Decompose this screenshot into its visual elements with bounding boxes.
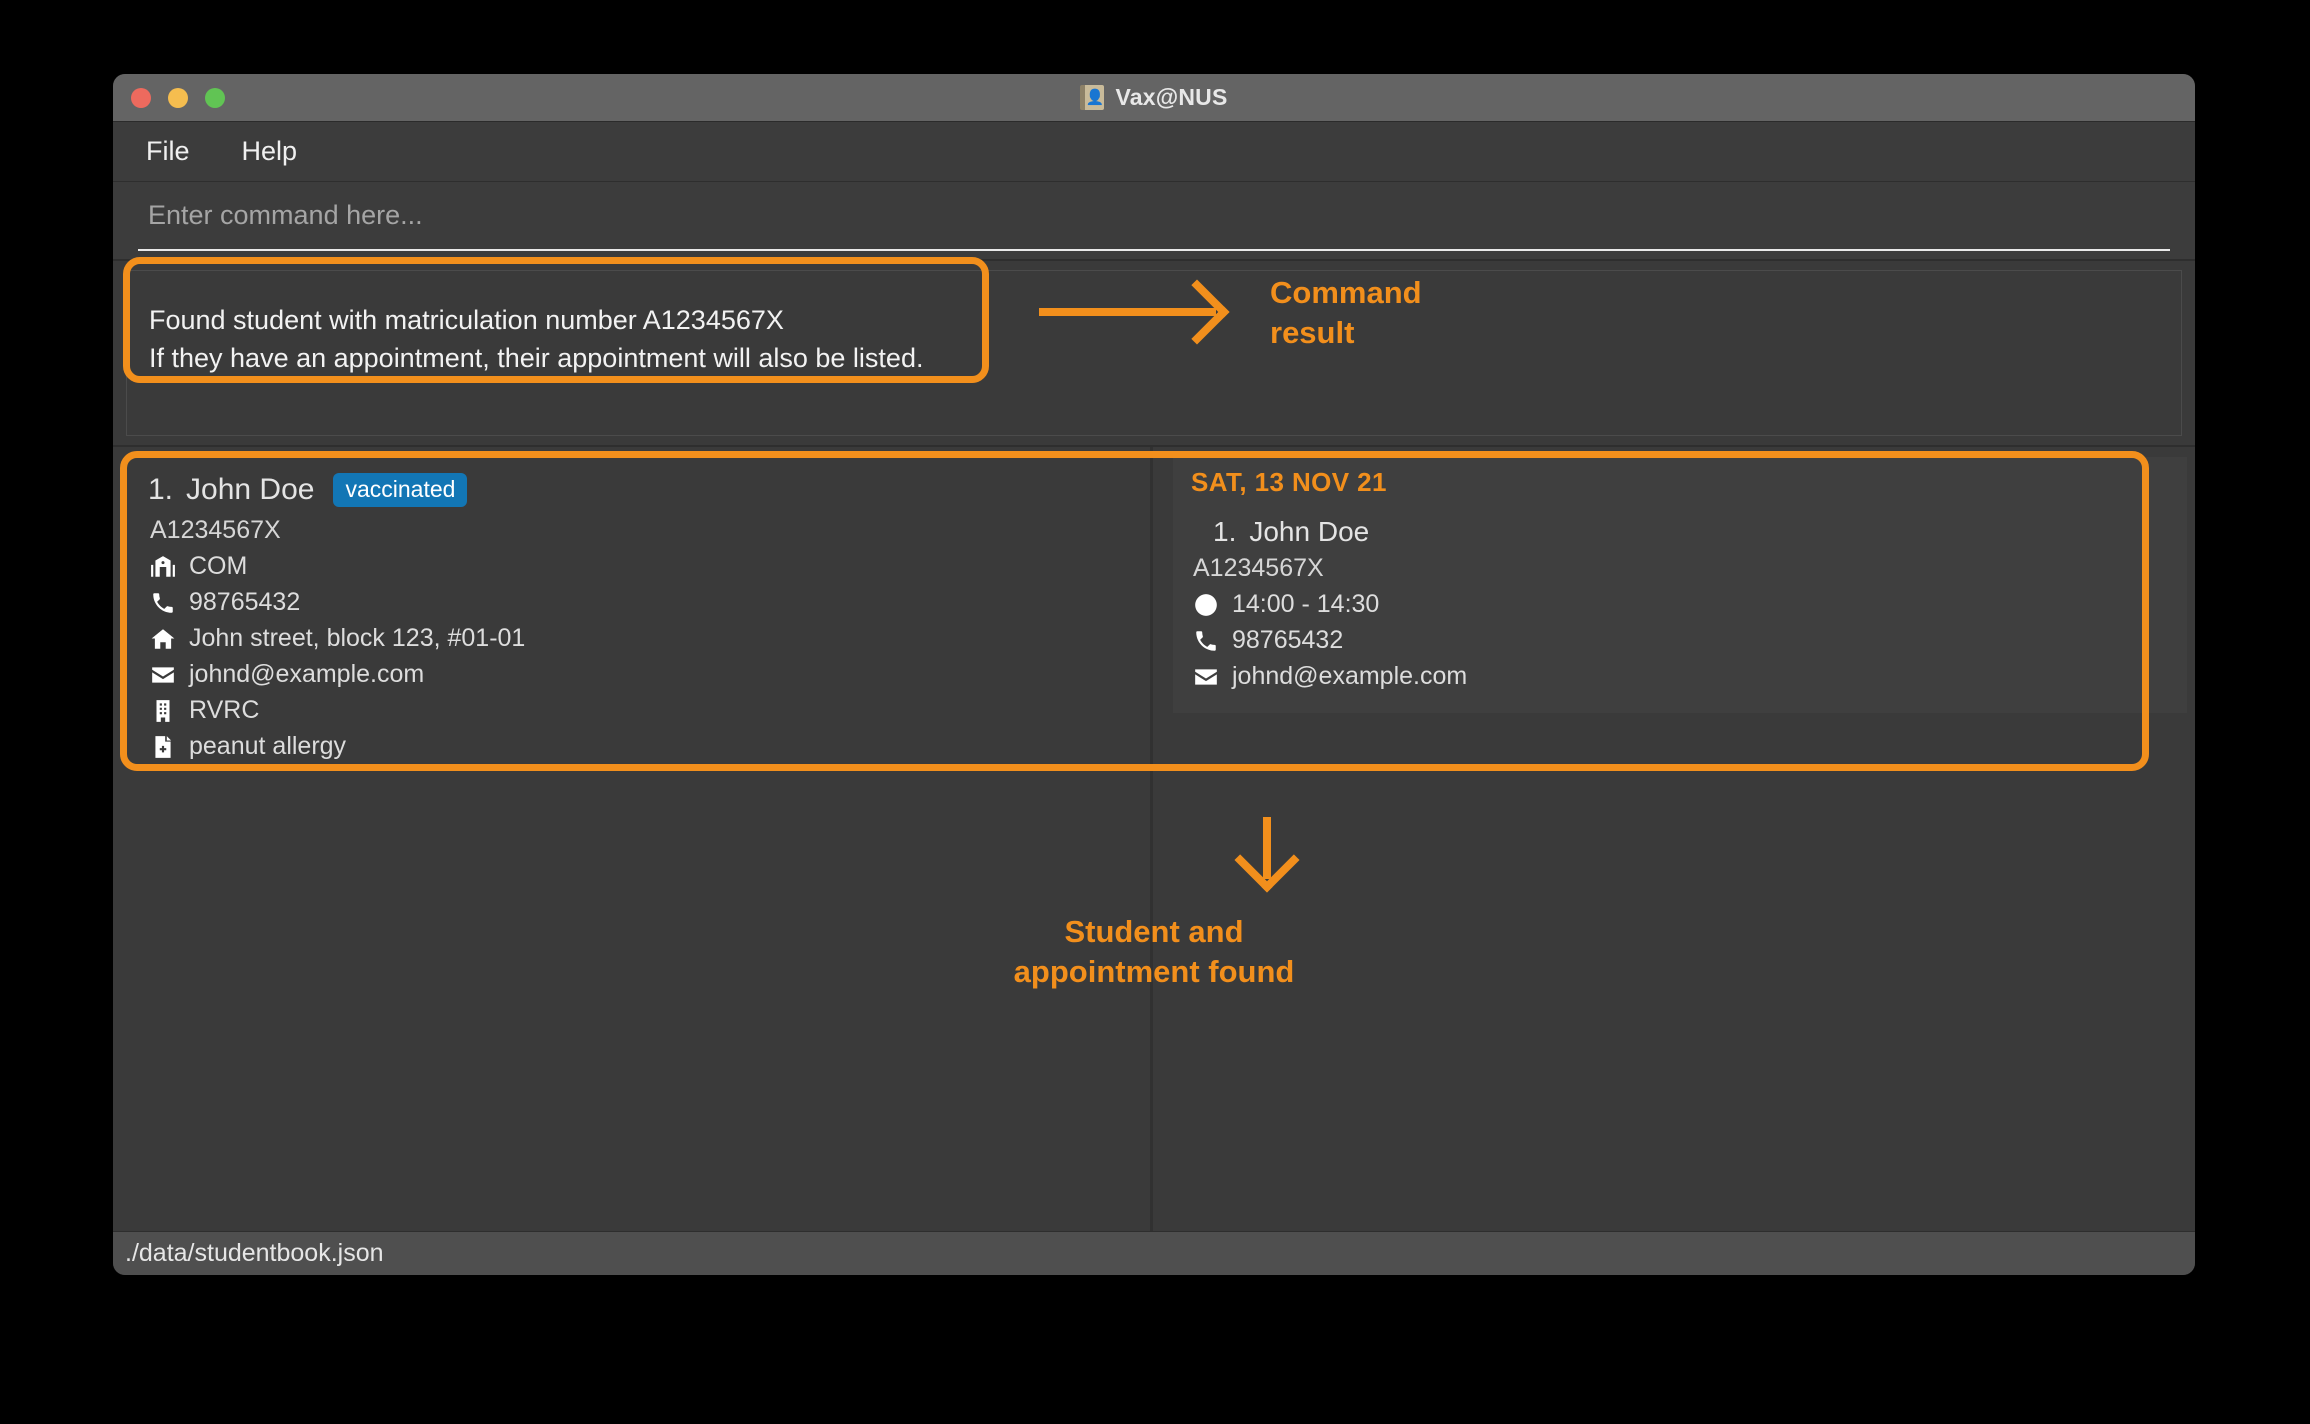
building-icon xyxy=(150,698,176,724)
menu-item-file[interactable]: File xyxy=(138,133,198,170)
annotation-arrow-right xyxy=(1039,308,1216,316)
appointment-date: SAT, 13 NOV 21 xyxy=(1191,467,1387,497)
status-bar: ./data/studentbook.json xyxy=(113,1231,2195,1275)
email-icon xyxy=(1193,664,1219,690)
menu-bar: File Help xyxy=(113,122,2195,182)
menu-item-help[interactable]: Help xyxy=(234,133,306,170)
student-index: 1. xyxy=(148,473,174,506)
title-bar: 👤 Vax@NUS xyxy=(113,74,2195,122)
clock-icon xyxy=(1193,592,1219,618)
result-display-region: Found student with matriculation number … xyxy=(113,257,2195,447)
command-box xyxy=(113,182,2195,259)
student-school-value: COM xyxy=(189,552,248,580)
appointment-detail-time: 14:00 - 14:30 xyxy=(1193,590,2169,619)
appointment-name: John Doe xyxy=(1249,516,1370,547)
status-file-path: ./data/studentbook.json xyxy=(125,1239,384,1267)
student-phone-value: 98765432 xyxy=(189,588,301,616)
phone-icon xyxy=(150,590,176,616)
student-detail-email: johnd@example.com xyxy=(150,660,1132,689)
appointment-card[interactable]: SAT, 13 NOV 21 1. John Doe A1234567X 14:… xyxy=(1173,457,2187,713)
medical-icon xyxy=(150,734,176,760)
student-address-value: John street, block 123, #01-01 xyxy=(189,624,526,652)
student-list-panel[interactable]: 1. John Doe vaccinated A1234567X COM 987… xyxy=(113,447,1153,1231)
appointment-detail-phone: 98765432 xyxy=(1193,626,2169,655)
status-badge: vaccinated xyxy=(333,473,468,507)
result-text: Found student with matriculation number … xyxy=(149,305,924,374)
student-detail-residence: RVRC xyxy=(150,696,1132,725)
student-header-row: 1. John Doe vaccinated xyxy=(148,473,1132,507)
home-icon xyxy=(150,626,176,652)
appointment-list-panel[interactable]: SAT, 13 NOV 21 1. John Doe A1234567X 14:… xyxy=(1153,447,2195,1231)
email-icon xyxy=(150,662,176,688)
student-medical-value: peanut allergy xyxy=(189,732,347,760)
annotation-arrow-down xyxy=(1263,817,1271,879)
student-email-value: johnd@example.com xyxy=(189,660,425,688)
annotation-student-appointment-found: Student and appointment found xyxy=(1013,914,1295,990)
student-matric: A1234567X xyxy=(150,516,281,544)
address-book-icon: 👤 xyxy=(1080,85,1105,110)
appointment-index: 1. xyxy=(1213,516,1237,547)
window-title: Vax@NUS xyxy=(1115,84,1228,110)
student-detail-address: John street, block 123, #01-01 xyxy=(150,624,1132,653)
main-content: 1. John Doe vaccinated A1234567X COM 987… xyxy=(113,447,2195,1231)
student-detail-medical: peanut allergy xyxy=(150,732,1132,761)
window-title-group: 👤 Vax@NUS xyxy=(113,74,2195,121)
appointment-email-value: johnd@example.com xyxy=(1232,662,1468,690)
student-detail-school: COM xyxy=(150,552,1132,581)
result-display-box: Found student with matriculation number … xyxy=(126,270,2182,436)
appointment-phone-value: 98765432 xyxy=(1232,626,1344,654)
phone-icon xyxy=(1193,628,1219,654)
appointment-matric: A1234567X xyxy=(1193,554,1324,582)
command-input[interactable] xyxy=(138,190,2170,251)
appointment-detail-email: johnd@example.com xyxy=(1193,662,2169,691)
appointment-time-value: 14:00 - 14:30 xyxy=(1232,590,1380,618)
student-detail-phone: 98765432 xyxy=(150,588,1132,617)
annotation-command-result: Command result xyxy=(1270,275,1422,350)
student-card[interactable]: 1. John Doe vaccinated A1234567X COM 987… xyxy=(130,461,1150,777)
app-window: 👤 Vax@NUS File Help Found student with m… xyxy=(113,74,2195,1275)
school-icon xyxy=(150,554,176,580)
student-residence-value: RVRC xyxy=(189,696,260,724)
appointment-header-row: 1. John Doe xyxy=(1213,516,2169,548)
student-name: John Doe xyxy=(186,473,315,506)
